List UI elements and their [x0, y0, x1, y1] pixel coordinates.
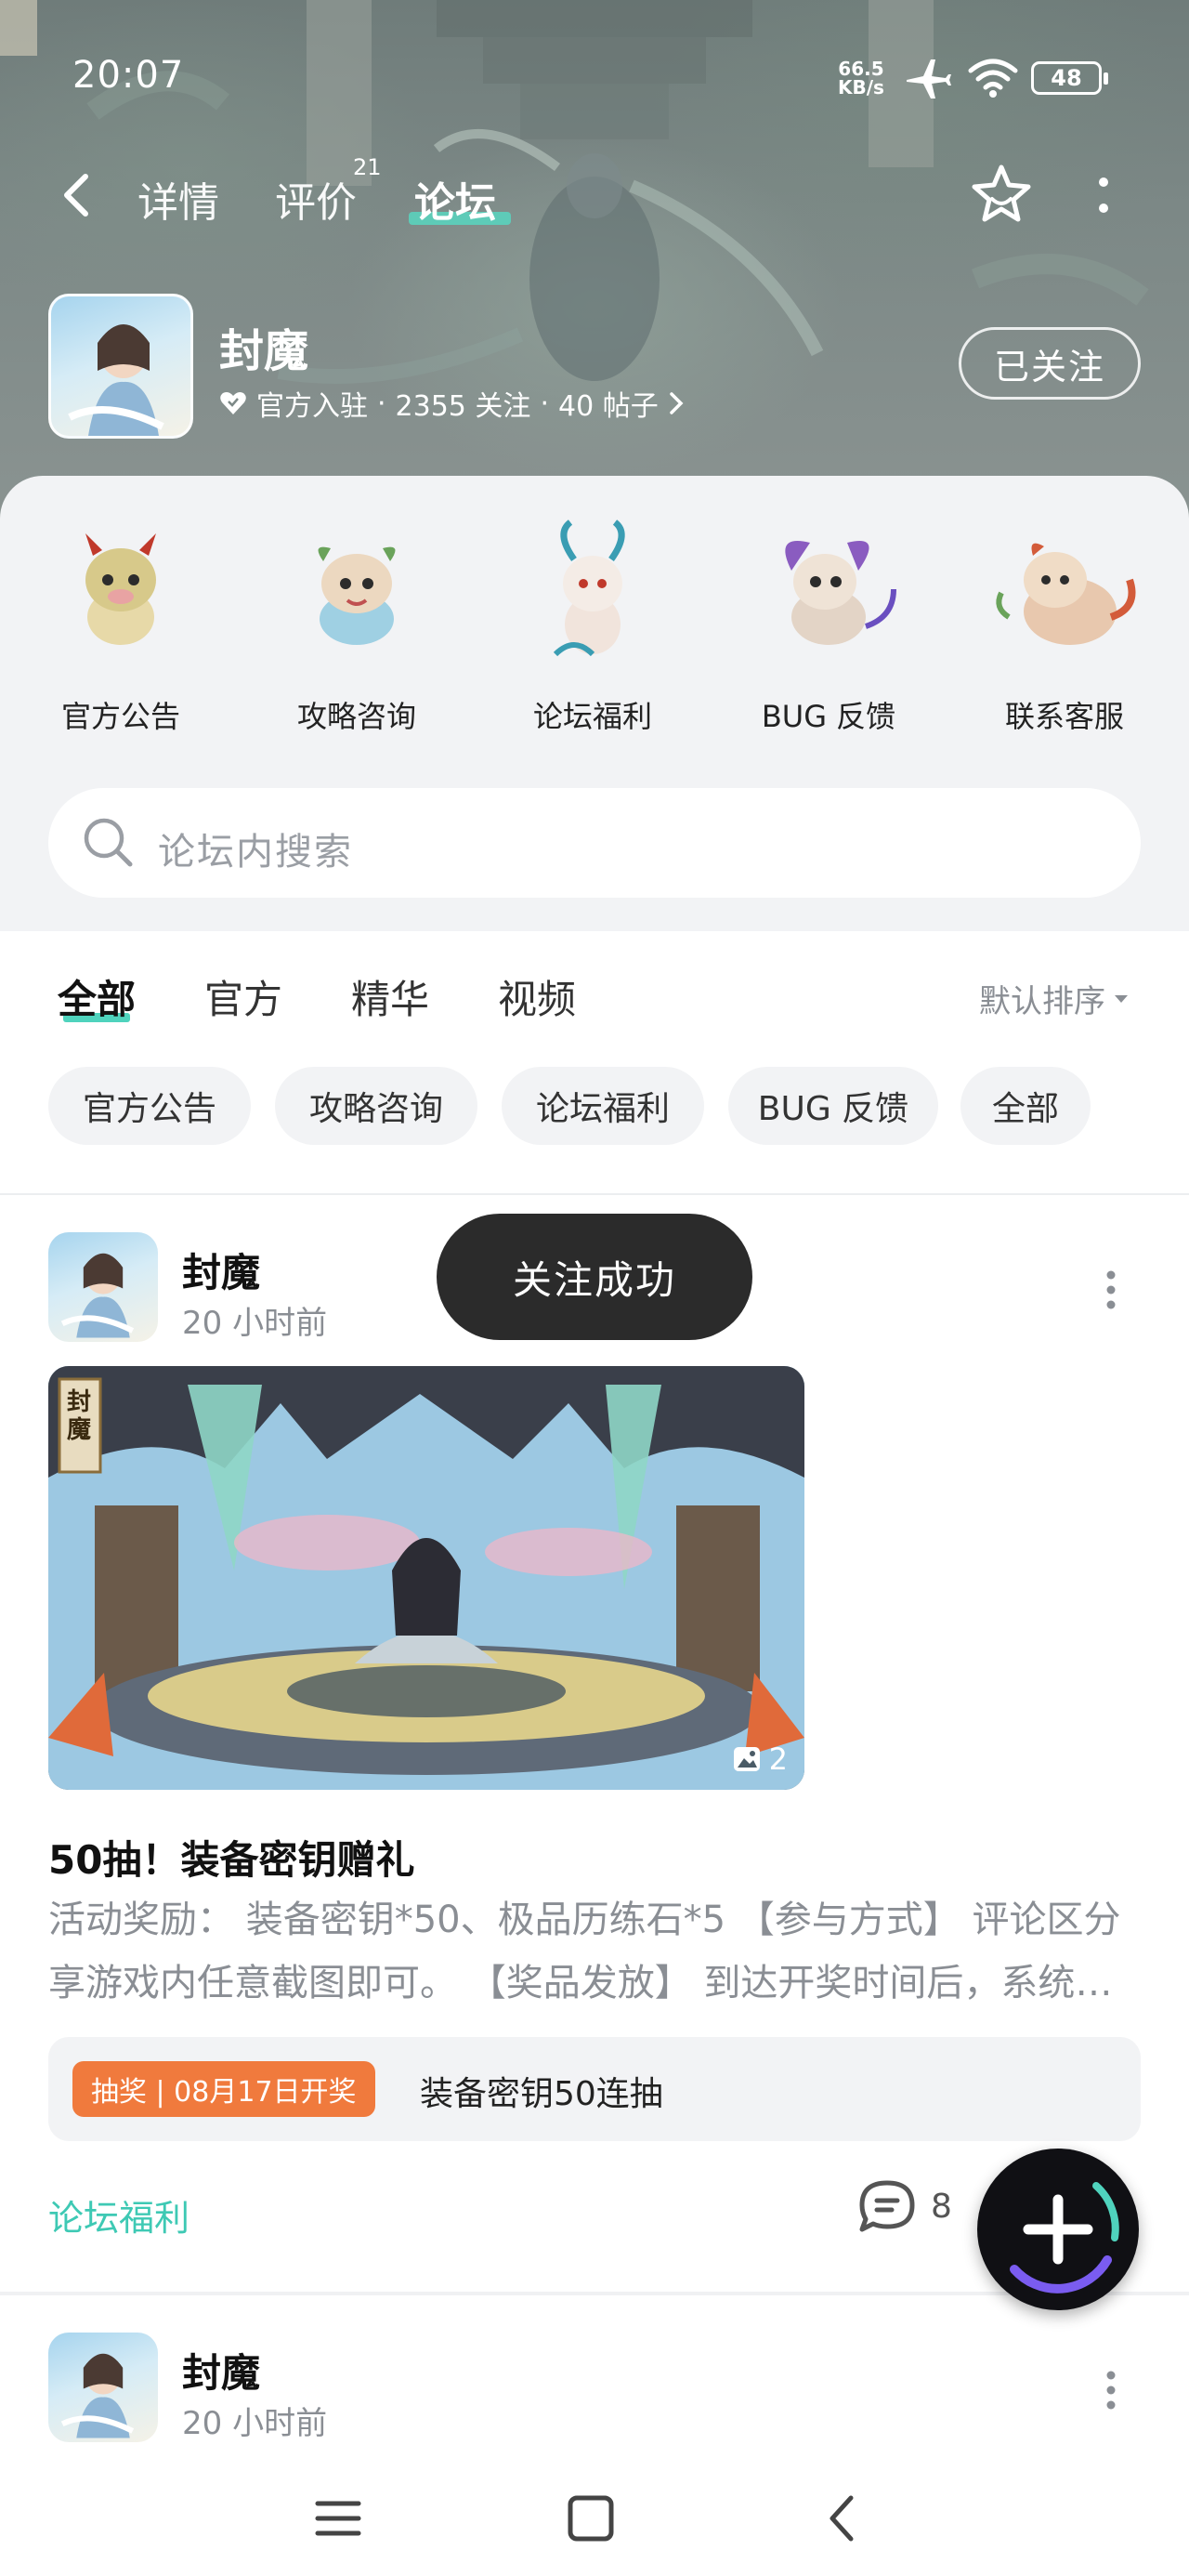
followers-count: 2355 关注: [395, 390, 531, 423]
category-creature-icon: [553, 519, 625, 657]
post-author-avatar-art: [60, 2353, 135, 2438]
category-strategy[interactable]: 攻略咨询: [255, 515, 459, 736]
category-label: 官方公告: [60, 699, 180, 734]
chip-all[interactable]: 全部: [960, 1067, 1091, 1145]
more-vertical-icon[interactable]: [1102, 1268, 1120, 1312]
star-icon[interactable]: [966, 160, 1037, 230]
create-post-button[interactable]: [977, 2149, 1139, 2310]
tab-details[interactable]: 详情: [137, 169, 219, 229]
system-navigation-bar: [0, 2463, 1189, 2576]
category-creature-icon: [318, 546, 396, 645]
post-title[interactable]: 50抽！装备密钥赠礼: [48, 1829, 414, 1886]
filter-tab-video[interactable]: 视频: [498, 968, 576, 1025]
followed-button[interactable]: 已关注: [959, 327, 1141, 400]
sort-dropdown[interactable]: 默认排序: [979, 976, 1130, 1021]
comment-icon: [859, 2180, 915, 2232]
network-speed-value: 66.5: [838, 58, 884, 80]
game-avatar[interactable]: [48, 294, 193, 439]
category-creature-icon: [785, 541, 896, 645]
chip-bug-feedback[interactable]: BUG 反馈: [728, 1067, 938, 1145]
wifi-icon: [968, 59, 1018, 98]
verified-label: 官方入驻: [256, 390, 368, 423]
category-chips: 官方公告 攻略咨询 论坛福利 BUG 反馈 全部: [0, 1067, 1189, 1150]
lottery-card[interactable]: 抽奖 | 08月17日开奖 装备密钥50连抽: [48, 2037, 1141, 2141]
posts-count: 40 帖子: [557, 390, 659, 423]
post-author-avatar-art: [60, 1253, 135, 1338]
network-speed: 66.5 KB/s: [838, 59, 884, 97]
game-info: 封魔 官方入驻 · 2355 关注 · 40 帖子 已关注: [0, 294, 1189, 442]
game-name: 封魔: [219, 325, 309, 377]
back-icon[interactable]: [54, 169, 100, 221]
more-vertical-icon[interactable]: [1102, 2368, 1120, 2412]
forum-post[interactable]: 封魔 20 小时前: [0, 2295, 1189, 2463]
filter-tab-official[interactable]: 官方: [204, 968, 282, 1025]
category-customer-service[interactable]: 联系客服: [962, 515, 1167, 736]
verified-heart-icon: [220, 392, 246, 414]
search-icon: [84, 818, 133, 867]
category-label: BUG 反馈: [761, 699, 896, 734]
status-bar: 20:07 66.5 KB/s 48: [0, 0, 1189, 149]
post-image[interactable]: 封魔 2: [48, 1366, 804, 1790]
network-speed-unit: KB/s: [838, 76, 884, 99]
airplane-icon: [907, 59, 951, 99]
category-official-announcement[interactable]: 官方公告: [19, 515, 223, 736]
post-excerpt[interactable]: 活动奖励： 装备密钥*50、极品历练石*5 【参与方式】 评论区分享游戏内任意截…: [48, 1888, 1144, 2015]
post-author-name[interactable]: 封魔: [182, 1242, 260, 1298]
category-forum-benefits[interactable]: 论坛福利: [490, 515, 695, 736]
chip-forum-benefits[interactable]: 论坛福利: [502, 1067, 704, 1145]
post-author-avatar[interactable]: [48, 1232, 158, 1342]
chip-official-announcement[interactable]: 官方公告: [48, 1067, 251, 1145]
forum-post[interactable]: 封魔 20 小时前 封魔 2 50抽！装备密钥赠礼 活动奖励： 装备密钥*50、…: [0, 1195, 1189, 2292]
post-time: 20 小时前: [182, 2405, 328, 2442]
sort-label: 默认排序: [979, 983, 1105, 1020]
menu-icon[interactable]: [310, 2491, 366, 2546]
forum-sheet: 官方公告 攻略咨询 论坛福利 BUG 反馈 联系客服 论坛内搜索: [0, 476, 1189, 931]
forum-search[interactable]: 论坛内搜索: [48, 788, 1141, 898]
post-time: 20 小时前: [182, 1305, 328, 1342]
filter-tab-all[interactable]: 全部: [58, 968, 136, 1025]
top-nav: 详情 评价 21 论坛: [0, 149, 1189, 242]
meta-separator: ·: [377, 387, 386, 420]
lottery-title: 装备密钥50连抽: [420, 2075, 663, 2113]
post-tag[interactable]: 论坛福利: [48, 2189, 189, 2241]
game-avatar-art: [68, 324, 164, 436]
category-label: 攻略咨询: [296, 699, 416, 734]
image-icon: [733, 1747, 760, 1771]
post-author-name[interactable]: 封魔: [182, 2342, 260, 2399]
tab-reviews[interactable]: 评价: [275, 169, 357, 229]
comment-button[interactable]: 8: [856, 2178, 952, 2234]
game-header: 20:07 66.5 KB/s 48 详情 评价 21 论坛 封魔 官方入驻 ·…: [0, 0, 1189, 520]
category-creature-icon: [85, 533, 156, 645]
chevron-right-icon: [669, 392, 684, 414]
image-watermark: 封魔: [67, 1388, 92, 1444]
category-label: 论坛福利: [532, 699, 652, 734]
status-icons: [903, 56, 1018, 100]
search-input[interactable]: 论坛内搜索: [158, 821, 353, 875]
more-vertical-icon[interactable]: [1092, 173, 1115, 219]
post-author-avatar[interactable]: [48, 2333, 158, 2442]
follow-success-toast: 关注成功: [437, 1214, 752, 1340]
image-count: 2: [732, 1741, 788, 1777]
caret-down-icon: [1115, 994, 1128, 1003]
back-icon[interactable]: [816, 2491, 871, 2546]
tab-forum[interactable]: 论坛: [414, 169, 496, 229]
home-icon[interactable]: [563, 2491, 619, 2546]
post-image-art: [48, 1366, 804, 1790]
image-count-value: 2: [768, 1741, 788, 1777]
reviews-count-badge: 21: [353, 154, 382, 180]
category-bug-feedback[interactable]: BUG 反馈: [726, 515, 931, 736]
chip-strategy[interactable]: 攻略咨询: [275, 1067, 477, 1145]
battery-indicator: 48: [1031, 61, 1108, 95]
category-creature-icon: [996, 543, 1136, 645]
filter-tabs: 全部 官方 精华 视频 默认排序: [0, 933, 1189, 1054]
category-label: 联系客服: [1004, 699, 1124, 734]
comment-count: 8: [931, 2187, 952, 2226]
status-time: 20:07: [72, 54, 185, 97]
lottery-badge: 抽奖 | 08月17日开奖: [72, 2061, 375, 2117]
meta-separator: ·: [540, 387, 549, 420]
filter-tab-featured[interactable]: 精华: [351, 968, 429, 1025]
plus-icon: [1010, 2182, 1119, 2293]
game-meta[interactable]: 官方入驻 · 2355 关注 · 40 帖子: [219, 383, 685, 424]
